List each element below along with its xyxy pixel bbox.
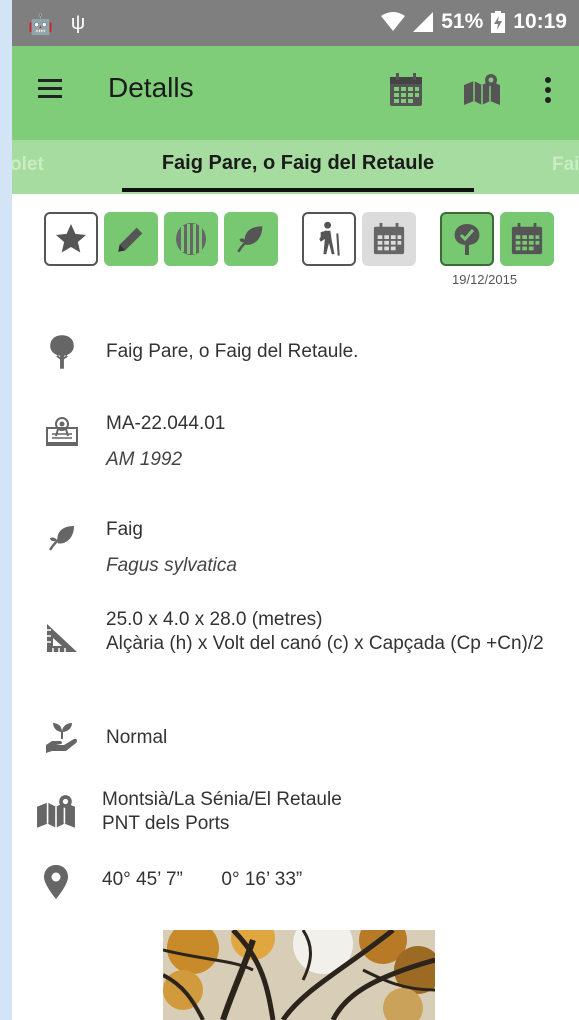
page-title: Detalls (108, 72, 194, 103)
measures: 25.0 x 4.0 x 28.0 (metres) (106, 609, 323, 630)
battery-charging-icon (491, 11, 506, 33)
certificate-icon (40, 410, 84, 454)
plant-hand-icon (40, 716, 84, 760)
signal-icon (413, 12, 434, 32)
tab-previous[interactable]: olet (12, 154, 44, 176)
location-path: Montsià/La Sénia/El Retaule (102, 789, 342, 810)
tree-name: Faig Pare, o Faig del Retaule. (106, 341, 359, 362)
map-icon[interactable] (460, 68, 504, 112)
catalog-code: MA-22.044.01 (106, 413, 226, 434)
tab-next[interactable]: Fai (552, 154, 579, 176)
map-icon (34, 790, 78, 834)
wifi-icon (381, 12, 406, 31)
visited-button[interactable] (440, 212, 494, 266)
edit-button[interactable] (104, 212, 158, 266)
hiker-icon (319, 221, 340, 256)
tree-state: Normal (106, 727, 168, 748)
status-bar: 🤖 ψ 51% 10:19 (12, 0, 579, 46)
more-vert-icon[interactable] (530, 68, 566, 112)
action-row: 19/12/2015 (12, 212, 579, 292)
measures-legend: Alçària (h) x Volt del canó (c) x Capçad… (106, 633, 544, 654)
catalog-code-sub: AM 1992 (106, 449, 183, 470)
visit-date-button[interactable] (500, 212, 554, 266)
visit-date: 19/12/2015 (452, 272, 518, 287)
location-pin-icon (34, 860, 78, 904)
tree-photo[interactable] (163, 930, 435, 1020)
catalonia-flag-icon (176, 223, 206, 255)
pencil-icon (118, 227, 143, 252)
app-bar: Detalls (12, 46, 579, 140)
leaf-icon (237, 226, 263, 253)
menu-icon[interactable] (38, 74, 74, 110)
calendar-icon (373, 222, 405, 255)
usb-icon: ψ (70, 12, 86, 34)
tree-icon (40, 330, 84, 374)
star-icon (56, 224, 86, 253)
leaf-icon (40, 516, 84, 560)
favorite-button[interactable] (44, 212, 98, 266)
tab-bar: olet Faig Pare, o Faig del Retaule Fai (12, 140, 579, 194)
tab-active[interactable]: Faig Pare, o Faig del Retaule (122, 152, 474, 175)
latitude: 40° 45’ 7” (102, 869, 183, 890)
battery-percent: 51% (441, 10, 484, 33)
hike-button[interactable] (302, 212, 356, 266)
android-icon: 🤖 (28, 14, 53, 36)
clock: 10:19 (513, 10, 567, 33)
tab-indicator (122, 188, 474, 192)
calendar-icon[interactable] (384, 68, 428, 112)
ruler-triangle-icon (40, 616, 84, 660)
tree-check-icon (454, 224, 480, 255)
calendar-icon (511, 222, 543, 255)
species-common: Faig (106, 519, 143, 540)
location-area: PNT dels Ports (102, 813, 230, 834)
species-latin: Fagus sylvatica (106, 555, 237, 576)
species-button[interactable] (224, 212, 278, 266)
longitude: 0° 16’ 33” (221, 869, 303, 890)
calendar-button[interactable] (362, 212, 416, 266)
catalonia-button[interactable] (164, 212, 218, 266)
app-screen: 🤖 ψ 51% 10:19 Detalls olet Faig Pare, o … (12, 0, 579, 1020)
